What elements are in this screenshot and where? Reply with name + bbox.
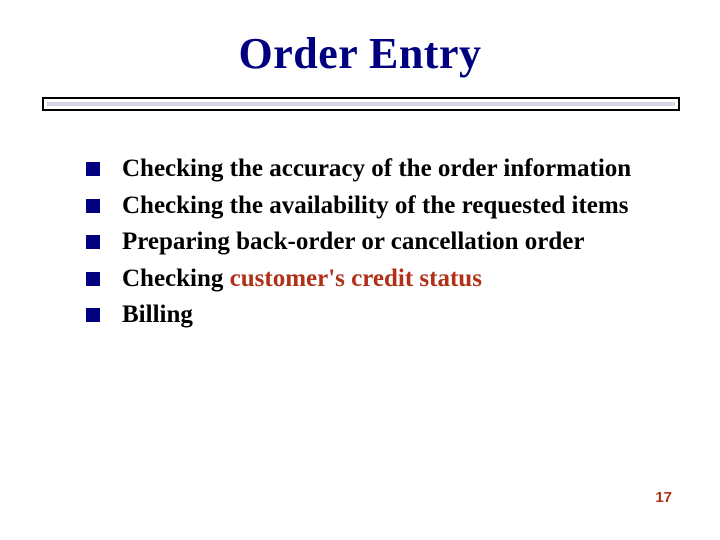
bullet-icon [86,235,100,249]
list-item-text: Billing [122,299,193,332]
bullet-icon [86,272,100,286]
list-item: Preparing back-order or cancellation ord… [86,226,680,259]
bullet-icon [86,308,100,322]
slide: Order Entry Checking the accuracy of the… [0,0,720,540]
page-number: 17 [655,489,672,506]
list-item-text: Checking the accuracy of the order infor… [122,153,631,186]
list-item-text: Checking the availability of the request… [122,190,628,223]
list-item-text: Preparing back-order or cancellation ord… [122,226,584,259]
list-item-text: Checking customer's credit status [122,263,482,296]
bullet-icon [86,199,100,213]
bullet-icon [86,162,100,176]
slide-title: Order Entry [40,28,680,79]
bullet-list: Checking the accuracy of the order infor… [86,153,680,332]
list-item: Checking the availability of the request… [86,190,680,223]
list-item: Billing [86,299,680,332]
list-item: Checking the accuracy of the order infor… [86,153,680,186]
divider-fill [47,102,675,106]
divider [42,97,680,111]
list-item: Checking customer's credit status [86,263,680,296]
